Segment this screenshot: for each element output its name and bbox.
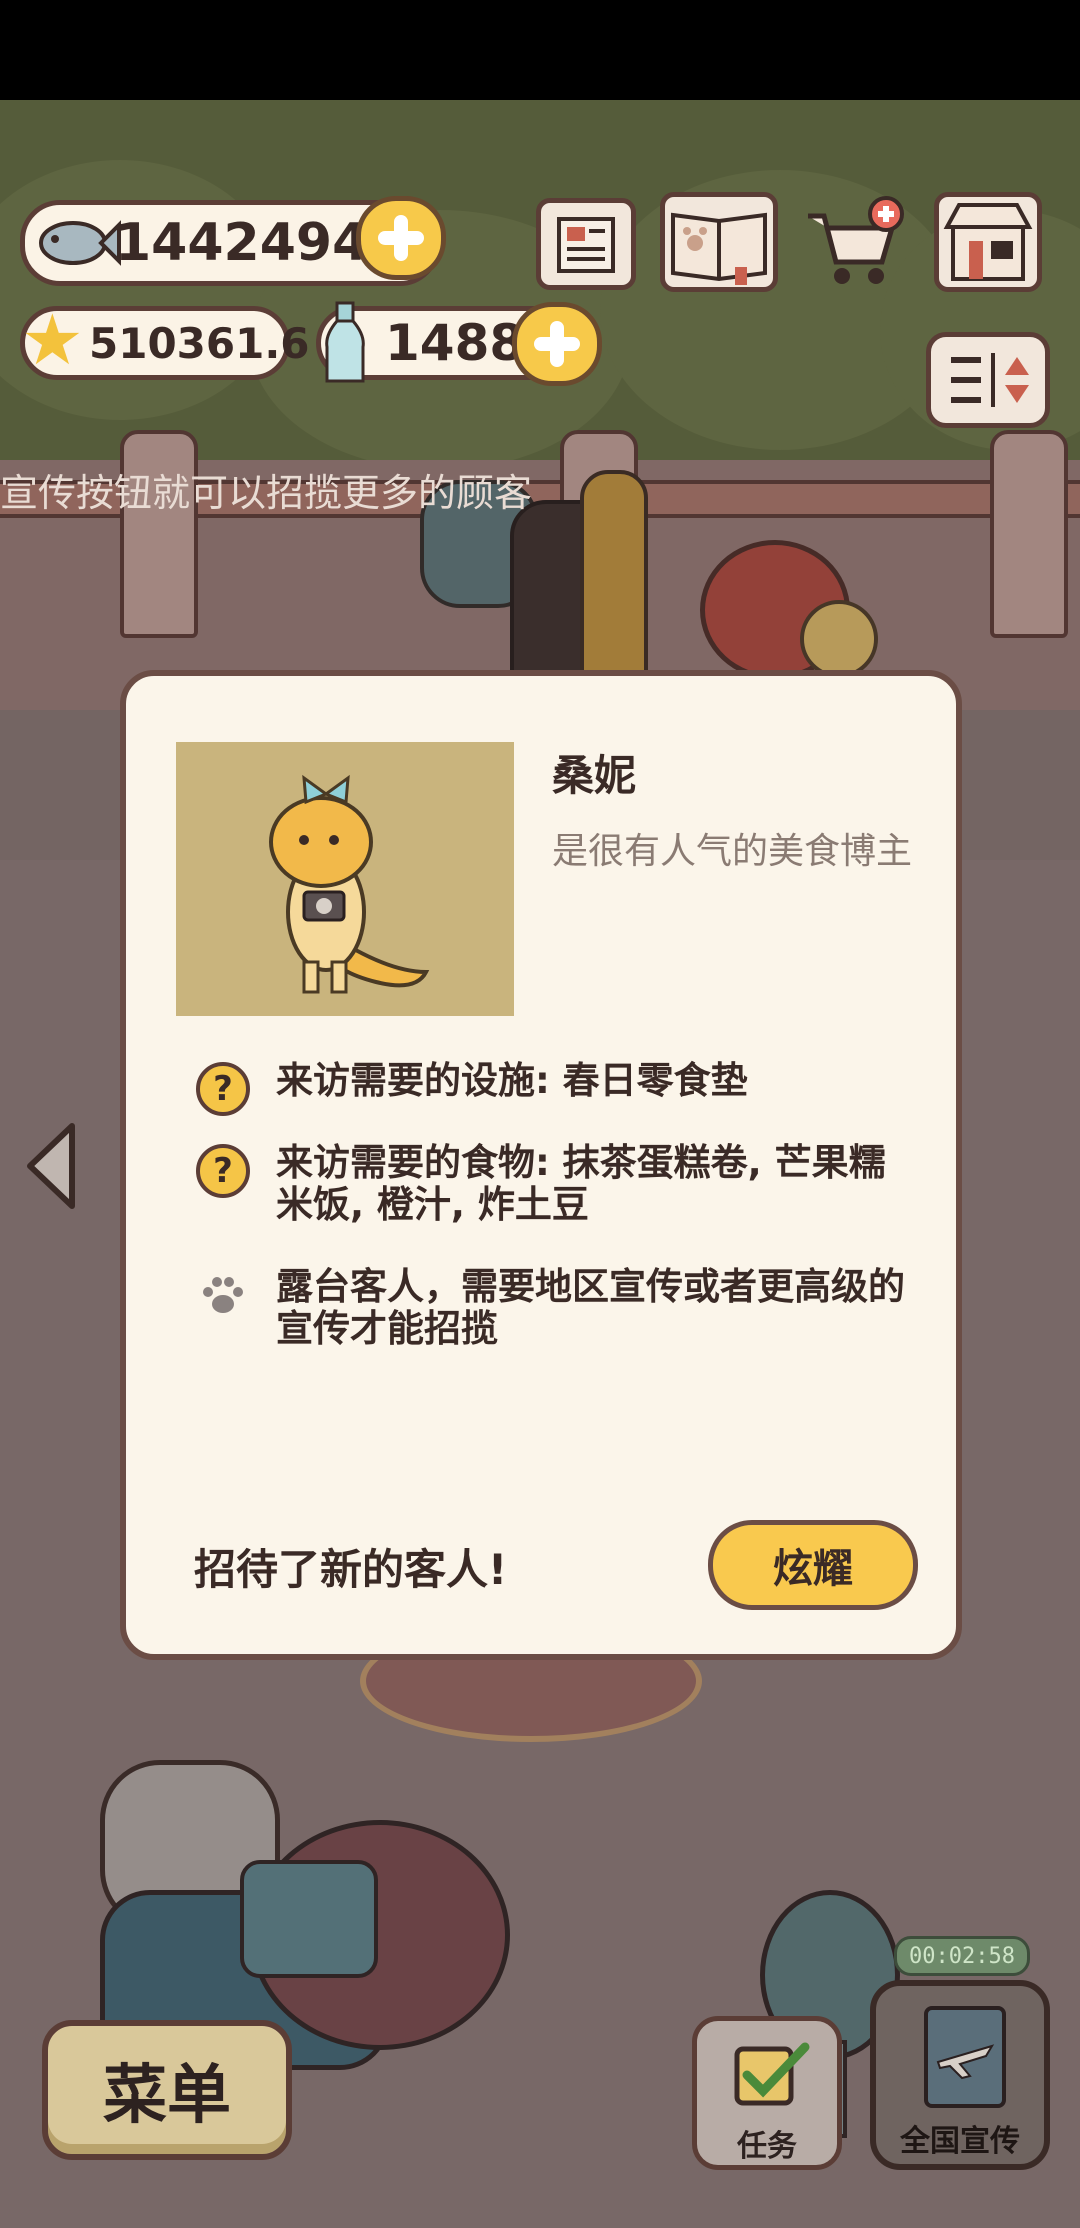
new-customer-dialog: 桑妮 是很有人气的美食博主 ? 来访需要的设施: 春日零食垫 ? 来访需要的食物… xyxy=(120,670,962,1660)
requirement-text: 露台客人，需要地区宣传或者更高级的宣传才能招揽 xyxy=(276,1265,905,1350)
airplane-poster-icon xyxy=(920,2002,1010,2116)
national-promotion-button[interactable]: 全国宣传 xyxy=(870,1980,1050,2170)
customer-portrait xyxy=(176,742,514,1016)
promo-timer: 00:02:58 xyxy=(894,1936,1030,1976)
requirement-promotion: 露台客人，需要地区宣传或者更高级的宣传才能招揽 xyxy=(196,1266,916,1350)
task-label: 任务 xyxy=(737,2129,797,2164)
paw-book-icon[interactable] xyxy=(660,192,778,292)
status-bar xyxy=(0,0,1080,100)
requirement-text: 来访需要的设施: 春日零食垫 xyxy=(276,1059,748,1102)
store-icon[interactable] xyxy=(934,192,1042,292)
previous-arrow-icon[interactable] xyxy=(20,1118,84,1218)
show-off-button[interactable]: 炫耀 xyxy=(708,1520,918,1610)
customer-description: 是很有人气的美食博主 xyxy=(552,831,913,872)
star-count: 510361.6 xyxy=(89,318,310,368)
add-fish-button[interactable] xyxy=(356,196,446,280)
add-bottle-button[interactable] xyxy=(512,302,602,386)
new-guest-message: 招待了新的客人! xyxy=(194,1545,508,1594)
paw-icon xyxy=(196,1268,250,1322)
checkbox-icon xyxy=(731,2039,811,2115)
fish-icon xyxy=(37,215,121,271)
promo-label: 全国宣传 xyxy=(900,2124,1020,2159)
customer-name: 桑妮 xyxy=(552,751,637,800)
question-icon: ? xyxy=(196,1062,250,1116)
menu-button[interactable]: 菜单 xyxy=(42,2020,292,2160)
star-icon: ★ xyxy=(21,299,84,381)
bottle-count: 1488 xyxy=(385,314,525,372)
task-button[interactable]: 任务 xyxy=(692,2016,842,2170)
newspaper-icon[interactable] xyxy=(536,198,636,290)
shop-cart-icon[interactable] xyxy=(800,192,910,292)
requirement-food: ? 来访需要的食物: 抹茶蛋糕卷, 芒果糯米饭, 橙汁, 炸土豆 xyxy=(196,1142,916,1226)
scrolling-tip: 宣传按钮就可以招揽更多的顾客 xyxy=(0,471,533,515)
question-icon: ? xyxy=(196,1144,250,1198)
requirement-facility: ? 来访需要的设施: 春日零食垫 xyxy=(196,1060,916,1116)
sort-toggle-icon[interactable] xyxy=(926,332,1050,428)
requirement-text: 来访需要的食物: 抹茶蛋糕卷, 芒果糯米饭, 橙汁, 炸土豆 xyxy=(276,1141,886,1226)
bottle-icon xyxy=(323,301,367,399)
star-currency: ★ 510361.6 xyxy=(20,299,310,381)
